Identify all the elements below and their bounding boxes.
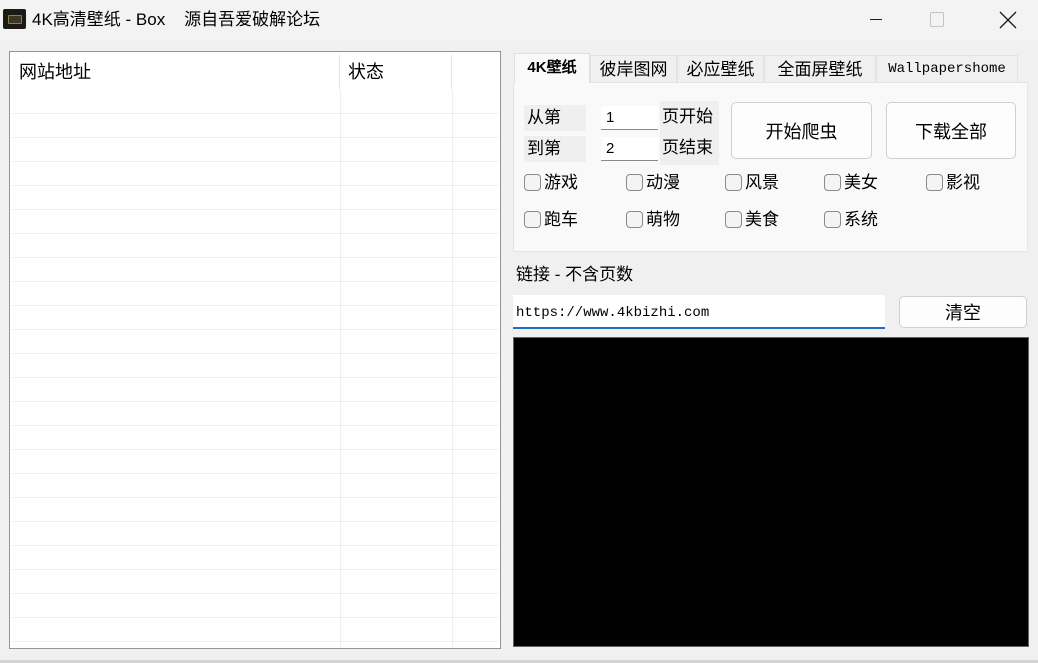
table-row[interactable] — [12, 594, 498, 618]
wallpaper-app-icon — [3, 9, 26, 29]
table-row[interactable] — [12, 354, 498, 378]
close-button[interactable] — [984, 0, 1030, 40]
grid-line — [340, 90, 341, 648]
close-icon — [999, 11, 1017, 29]
table-row[interactable] — [12, 210, 498, 234]
table-row[interactable] — [12, 474, 498, 498]
end-suffix-label: 页结束 — [662, 138, 713, 157]
checkbox-label: 萌物 — [646, 210, 680, 229]
from-page-input[interactable] — [601, 106, 658, 130]
list-header: 网站地址 状态 — [10, 52, 500, 90]
table-row[interactable] — [12, 138, 498, 162]
table-row[interactable] — [12, 522, 498, 546]
tab-bing-wallpaper[interactable]: 必应壁纸 — [677, 55, 764, 82]
table-row[interactable] — [12, 618, 498, 642]
checkbox-label: 跑车 — [544, 210, 578, 229]
column-header-extra[interactable] — [451, 52, 500, 90]
title-bar: 4K高清壁纸 - Box 源自吾爱破解论坛 — [0, 0, 1038, 40]
table-row[interactable] — [12, 426, 498, 450]
checkbox-label: 美食 — [745, 210, 779, 229]
tab-4k-wallpaper[interactable]: 4K壁纸 — [514, 53, 590, 83]
window-title: 4K高清壁纸 - Box 源自吾爱破解论坛 — [32, 10, 321, 29]
checkbox-label: 美女 — [844, 173, 878, 192]
checkbox-label: 游戏 — [544, 173, 578, 192]
category-checkbox[interactable]: 影视 — [926, 171, 980, 195]
checkbox-icon[interactable] — [524, 174, 541, 191]
table-row[interactable] — [12, 282, 498, 306]
from-page-label: 从第 — [524, 105, 586, 131]
checkbox-icon[interactable] — [524, 211, 541, 228]
checkbox-icon[interactable] — [725, 211, 742, 228]
maximize-button[interactable] — [913, 0, 959, 40]
checkbox-label: 影视 — [946, 173, 980, 192]
start-crawl-button[interactable]: 开始爬虫 — [731, 102, 872, 159]
category-checkbox[interactable]: 萌物 — [626, 208, 680, 232]
column-header-url[interactable]: 网站地址 — [10, 52, 339, 90]
table-row[interactable] — [12, 258, 498, 282]
tab-fullscreen-wallpaper[interactable]: 全面屏壁纸 — [764, 55, 876, 82]
checkbox-label: 风景 — [745, 173, 779, 192]
table-row[interactable] — [12, 570, 498, 594]
table-row[interactable] — [12, 306, 498, 330]
category-checkbox[interactable]: 跑车 — [524, 208, 578, 232]
checkbox-icon[interactable] — [725, 174, 742, 191]
checkbox-icon[interactable] — [824, 174, 841, 191]
column-header-status[interactable]: 状态 — [339, 52, 451, 90]
table-row[interactable] — [12, 546, 498, 570]
table-row[interactable] — [12, 498, 498, 522]
tab-wallpapershome[interactable]: Wallpapershome — [876, 55, 1018, 82]
tab-netbian[interactable]: 彼岸图网 — [590, 55, 677, 82]
table-row[interactable] — [12, 186, 498, 210]
category-checkbox[interactable]: 游戏 — [524, 171, 578, 195]
table-row[interactable] — [12, 450, 498, 474]
link-label: 链接 - 不含页数 — [516, 265, 634, 284]
table-row[interactable] — [12, 330, 498, 354]
download-all-button[interactable]: 下载全部 — [886, 102, 1016, 159]
table-row[interactable] — [12, 90, 498, 114]
category-checkbox[interactable]: 美食 — [725, 208, 779, 232]
category-checkbox[interactable]: 动漫 — [626, 171, 680, 195]
checkbox-label: 动漫 — [646, 173, 680, 192]
table-row[interactable] — [12, 114, 498, 138]
output-console[interactable] — [513, 337, 1029, 647]
checkbox-icon[interactable] — [926, 174, 943, 191]
checkbox-icon[interactable] — [824, 211, 841, 228]
checkbox-icon[interactable] — [626, 211, 643, 228]
grid-line — [452, 90, 453, 648]
to-page-input[interactable] — [601, 137, 658, 161]
url-input[interactable] — [513, 295, 885, 329]
list-rows — [12, 90, 498, 648]
table-row[interactable] — [12, 378, 498, 402]
checkbox-label: 系统 — [844, 210, 878, 229]
category-checkbox[interactable]: 风景 — [725, 171, 779, 195]
category-checkbox[interactable]: 美女 — [824, 171, 878, 195]
start-suffix-label: 页开始 — [662, 107, 713, 126]
table-row[interactable] — [12, 162, 498, 186]
minimize-button[interactable] — [852, 0, 898, 40]
page-suffix-labels: 页开始 页结束 — [660, 101, 719, 165]
checkbox-icon[interactable] — [626, 174, 643, 191]
url-status-list[interactable]: 网站地址 状态 — [9, 51, 501, 649]
tab-panel-4k: 从第 到第 页开始 页结束 开始爬虫 下载全部 游戏 动漫 风景 美女 影视跑车 萌物 美食… — [513, 82, 1028, 252]
category-checkbox[interactable]: 系统 — [824, 208, 878, 232]
to-page-label: 到第 — [524, 136, 586, 162]
table-row[interactable] — [12, 234, 498, 258]
table-row[interactable] — [12, 402, 498, 426]
clear-button[interactable]: 清空 — [899, 296, 1027, 328]
